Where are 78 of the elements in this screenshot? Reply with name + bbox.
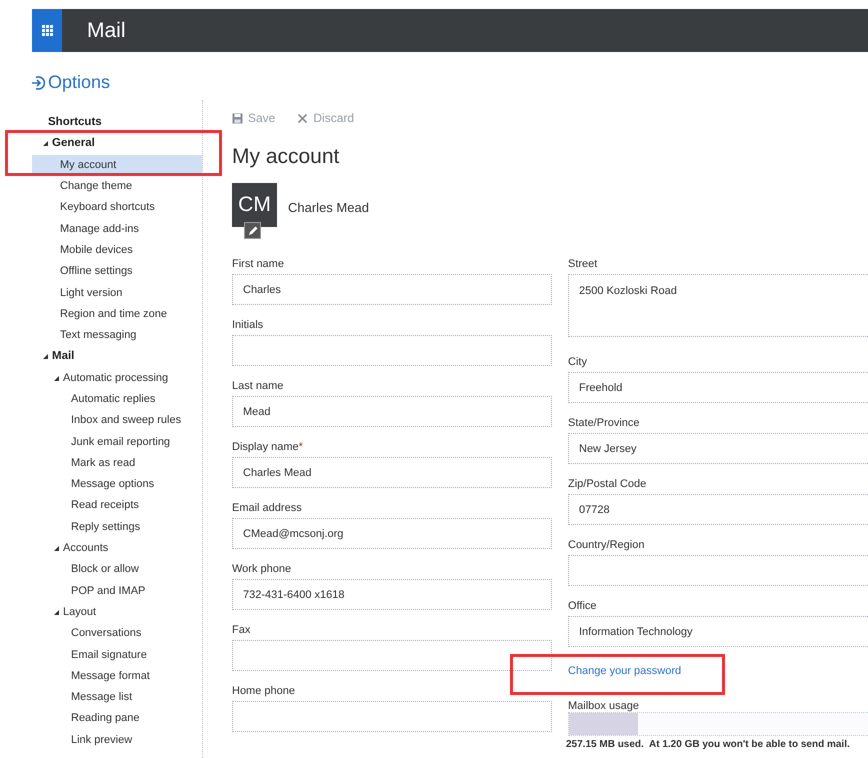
app-title: Mail — [87, 18, 126, 42]
sidebar-item[interactable]: Mobile devices — [32, 240, 202, 262]
app-launcher-button[interactable] — [32, 9, 62, 52]
sidebar-item[interactable]: Conversations — [32, 623, 202, 644]
mailbox-usage-label: Mailbox usage — [568, 701, 640, 712]
sidebar-item[interactable]: Reply settings — [32, 516, 202, 538]
field-label: Work phone — [232, 562, 292, 577]
input-field[interactable]: Freehold — [568, 372, 868, 403]
collapse-icon — [53, 374, 60, 382]
field-label: State/Province — [568, 416, 641, 431]
collapse-icon — [42, 140, 49, 148]
sidebar-item[interactable]: Keyboard shortcuts — [32, 197, 202, 218]
sidebar-item[interactable]: Automatic replies — [32, 388, 202, 410]
options-link[interactable]: Options — [31, 72, 110, 93]
close-icon — [297, 112, 308, 124]
input-field[interactable] — [232, 701, 552, 732]
avatar: CM — [232, 183, 277, 227]
sidebar-item[interactable]: Message format — [32, 666, 202, 688]
required-mark: * — [298, 441, 303, 453]
collapse-icon — [53, 608, 60, 616]
sidebar-item[interactable]: Manage add-ins — [32, 218, 202, 240]
collapse-icon — [42, 353, 49, 360]
input-field[interactable] — [568, 555, 868, 586]
input-field[interactable]: 07728 — [568, 494, 868, 525]
input-field[interactable]: 732-431-6400 x1618 — [232, 579, 552, 610]
sidebar-item[interactable]: Mail — [32, 346, 202, 368]
input-field[interactable]: Charles — [232, 274, 552, 305]
sidebar-item[interactable]: Offline settings — [32, 261, 202, 282]
sidebar-item[interactable]: POP and IMAP — [32, 580, 202, 602]
sidebar-item[interactable]: Block or allow — [32, 559, 202, 581]
sidebar-item[interactable]: My account — [32, 154, 202, 176]
grid-icon — [42, 25, 52, 36]
field-label: Country/Region — [568, 538, 646, 553]
sidebar-item[interactable]: Region and time zone — [32, 304, 202, 325]
field-label: Email address — [232, 501, 303, 516]
sidebar-item[interactable]: Link preview — [32, 730, 202, 751]
sidebar-item[interactable]: Junk email reporting — [32, 431, 202, 453]
section-title: My account — [232, 145, 340, 170]
field-label: Home phone — [232, 684, 296, 699]
pencil-icon — [246, 224, 258, 236]
sidebar-item[interactable]: Message list — [32, 687, 202, 708]
sidebar-item[interactable]: Inbox and sweep rules — [32, 410, 202, 432]
field-label: Initials — [232, 318, 264, 333]
input-field[interactable]: CMead@mcsonj.org — [232, 518, 552, 549]
sidebar-item[interactable]: Layout — [32, 602, 202, 624]
edit-photo-button[interactable] — [244, 222, 261, 239]
usage-note: 257.15 MB used. At 1.20 GB you won't be able to send mail. — [566, 739, 850, 750]
sidebar-item[interactable]: Shortcuts — [32, 112, 202, 134]
field-label: Last name — [232, 379, 284, 394]
text-area[interactable]: 2500 Kozloski Road — [568, 274, 868, 337]
sidebar-item[interactable]: Mark as read — [32, 452, 202, 474]
sidebar-item[interactable]: Automatic processing — [32, 368, 202, 389]
sidebar-item[interactable]: Email signature — [32, 644, 202, 666]
sidebar-item[interactable]: Text messaging — [32, 324, 202, 346]
sidebar-item[interactable]: Accounts — [32, 538, 202, 560]
input-field[interactable]: Charles Mead — [232, 457, 552, 488]
sidebar-item[interactable]: General — [32, 133, 202, 155]
field-label: Street — [568, 257, 598, 272]
field-label: First name — [232, 257, 285, 272]
sidebar-item[interactable]: Reading pane — [32, 708, 202, 730]
sidebar-item[interactable]: Read receipts — [32, 495, 202, 517]
profile-name: Charles Mead — [288, 200, 369, 214]
change-password-link[interactable]: Change your password — [568, 665, 682, 701]
input-field[interactable]: Mead — [232, 396, 552, 427]
field-label: Zip/Postal Code — [568, 477, 648, 492]
input-field[interactable] — [232, 335, 552, 366]
field-label: City — [568, 355, 588, 370]
input-field[interactable] — [232, 640, 552, 671]
field-label: Display name — [232, 441, 299, 453]
field-label: Office — [568, 599, 598, 614]
input-field[interactable]: Information Technology — [568, 616, 868, 647]
input-field[interactable]: New Jersey — [568, 433, 868, 464]
back-icon — [31, 74, 45, 90]
collapse-icon — [53, 545, 60, 552]
sidebar-item[interactable]: Change theme — [32, 176, 202, 198]
sidebar-item[interactable]: Light version — [32, 282, 202, 304]
sidebar-item[interactable]: Message options — [32, 474, 202, 496]
field-label: Fax — [232, 623, 252, 638]
